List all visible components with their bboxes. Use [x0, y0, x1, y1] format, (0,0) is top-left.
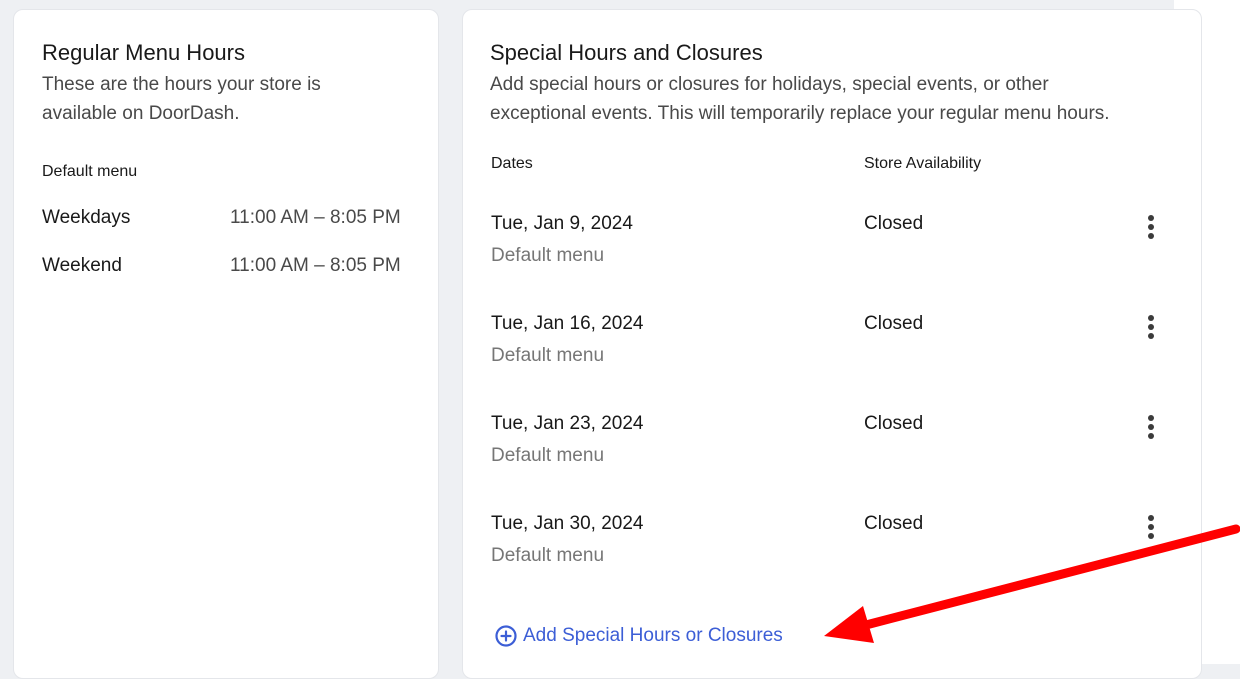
red-arrow-annotation: [824, 524, 1240, 643]
